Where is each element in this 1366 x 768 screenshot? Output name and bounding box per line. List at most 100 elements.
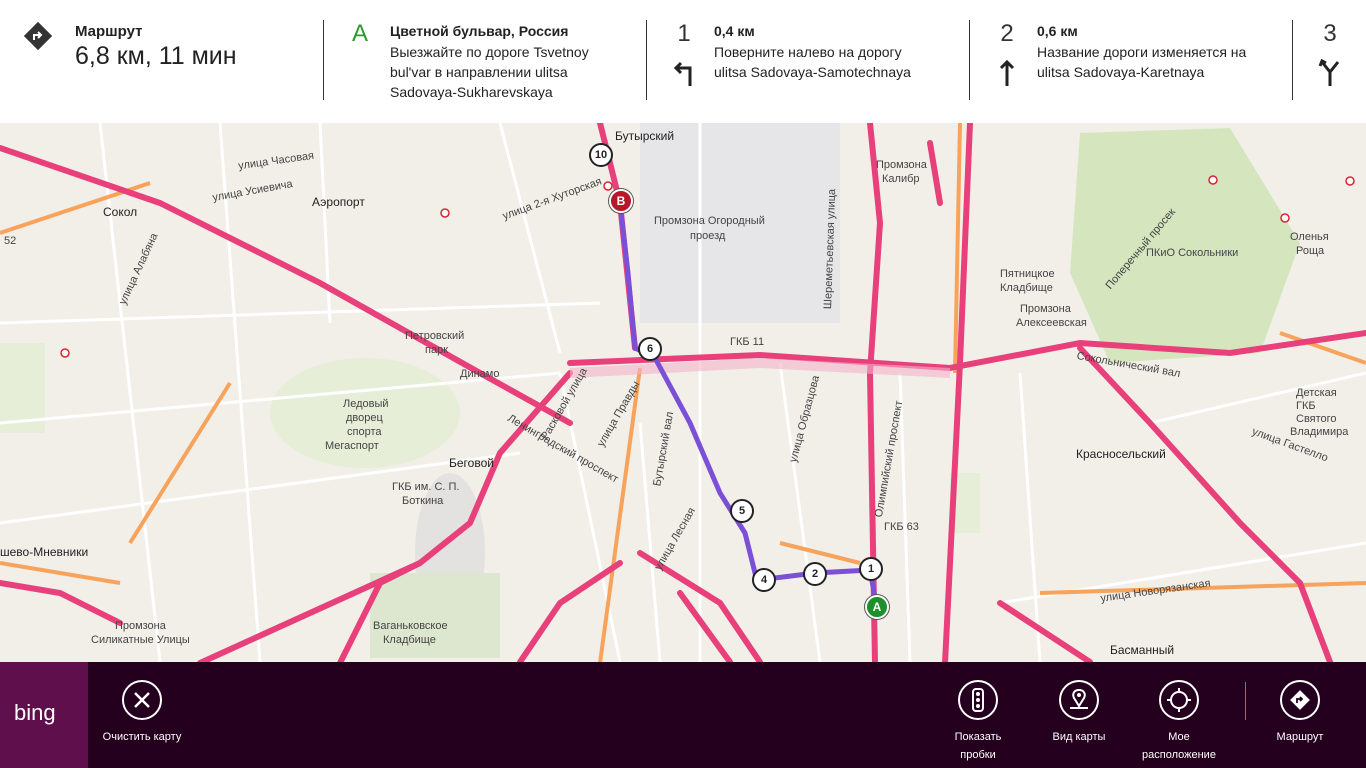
step-line: Sadovaya-Sukharevskaya	[390, 84, 553, 100]
route-step-marker[interactable]: 10	[589, 143, 613, 167]
location-target-icon	[1159, 680, 1199, 720]
map-label: Святого	[1296, 413, 1337, 425]
route-summary-title: Маршрут	[75, 23, 143, 40]
map-label: Алексеевская	[1016, 317, 1087, 329]
step-3[interactable]: 3	[1310, 20, 1360, 100]
route-summary-value: 6,8 км, 11 мин	[75, 42, 237, 70]
bing-logo[interactable]: bing	[0, 662, 88, 768]
map-label: Аэропорт	[312, 195, 365, 209]
step-line: bul'var в направлении ulitsa	[390, 64, 568, 80]
step-title: 0,4 км	[714, 23, 755, 39]
map-label: Пятницкое	[1000, 268, 1055, 280]
step-1[interactable]: 1 0,4 км Поверните налево на дорогу ulit…	[664, 20, 964, 100]
my-location-button[interactable]: Мое расположение	[1134, 680, 1224, 764]
map-label: Оленья	[1290, 231, 1329, 243]
route-button[interactable]: Маршрут	[1255, 680, 1345, 746]
clear-map-button[interactable]: Очистить карту	[97, 680, 187, 746]
map-label: шево-Мневники	[0, 545, 89, 559]
map-label: спорта	[347, 426, 382, 438]
divider	[646, 20, 647, 100]
step-marker: 3	[1323, 20, 1337, 47]
label-line: Мое	[1168, 731, 1190, 743]
step-title: Цветной бульвар, Россия	[390, 23, 569, 39]
map-label: 52	[4, 235, 17, 247]
step-line: ulitsa Sadovaya-Karetnaya	[1037, 64, 1205, 80]
map-label: Красносельский	[1076, 447, 1166, 461]
map-label: Калибр	[882, 173, 920, 185]
divider	[1245, 682, 1246, 720]
map-label: Динамо	[460, 368, 500, 380]
step-marker: A	[351, 20, 368, 47]
route-arrow-icon	[1280, 680, 1320, 720]
route-step-marker[interactable]: 5	[730, 499, 754, 523]
clear-map-label: Очистить карту	[102, 731, 182, 743]
route-summary[interactable]: Маршрут 6,8 км, 11 мин	[22, 20, 312, 100]
route-step-marker[interactable]: 2	[803, 562, 827, 586]
map-canvas[interactable]: Бутырский Аэропорт Сокол Промзона Огород…	[0, 123, 1366, 662]
map-label: Ледовый	[343, 398, 389, 410]
map-label: Силикатные Улицы	[91, 634, 190, 646]
map-pin-icon	[1059, 680, 1099, 720]
step-line: Поверните налево на дорогу	[714, 44, 902, 60]
map-label: Басманный	[1110, 643, 1175, 657]
map-label: Промзона	[876, 159, 927, 171]
fork-icon	[1318, 58, 1340, 86]
map-label: ПКиО Сокольники	[1146, 247, 1239, 259]
map-roads	[0, 123, 1366, 662]
map-label: Промзона Огородный	[654, 215, 765, 227]
map-label: Кладбище	[1000, 282, 1053, 294]
close-icon	[122, 680, 162, 720]
map-label: Промзона	[1020, 303, 1071, 315]
route-step-marker[interactable]: 1	[859, 557, 883, 581]
map-label: ГКБ 63	[884, 521, 919, 533]
map-label: Кладбище	[383, 634, 436, 646]
route-label: Маршрут	[1276, 731, 1324, 743]
step-start[interactable]: A Цветной бульвар, Россия Выезжайте по д…	[340, 20, 640, 100]
route-step-marker[interactable]: 4	[752, 568, 776, 592]
map-view-button[interactable]: Вид карты	[1034, 680, 1124, 746]
map-label: проезд	[690, 230, 726, 242]
map-label: Мегаспорт	[325, 440, 379, 452]
map-label: парк	[425, 344, 449, 356]
traffic-light-icon	[958, 680, 998, 720]
map-label: Бутырский	[615, 129, 675, 143]
show-traffic-button[interactable]: Показать пробки	[933, 680, 1023, 764]
map-label: ГКБ 11	[730, 336, 765, 348]
step-description: Название дороги изменяется на ulitsa Sad…	[1037, 42, 1282, 82]
map-label: Промзона	[115, 620, 166, 632]
map-view-label: Вид карты	[1052, 731, 1106, 743]
route-step-marker[interactable]: 6	[638, 337, 662, 361]
step-description: Поверните налево на дорогу ulitsa Sadova…	[714, 42, 959, 82]
map-label: Роща	[1296, 245, 1325, 257]
label-line: пробки	[960, 749, 996, 761]
divider	[323, 20, 324, 100]
turn-left-icon	[673, 61, 692, 86]
straight-arrow-icon	[999, 59, 1015, 86]
step-title: 0,6 км	[1037, 23, 1078, 39]
step-marker: 2	[1000, 20, 1014, 47]
step-line: ulitsa Sadovaya-Samotechnaya	[714, 64, 911, 80]
step-line: Название дороги изменяется на	[1037, 44, 1247, 60]
label-line: расположение	[1142, 749, 1216, 761]
step-line: Выезжайте по дороге Tsvetnoy	[390, 44, 589, 60]
map-label: Боткина	[402, 495, 444, 507]
show-traffic-label: Показать пробки	[933, 728, 1023, 764]
route-arrow-icon	[24, 22, 52, 50]
map-label: Детская	[1296, 387, 1337, 399]
step-2[interactable]: 2 0,6 км Название дороги изменяется на u…	[987, 20, 1287, 100]
end-pin[interactable]: B	[609, 189, 633, 213]
divider	[969, 20, 970, 100]
label-line: Показать	[954, 731, 1002, 743]
map-label: Владимира	[1290, 426, 1349, 438]
bing-logo-text: bing	[14, 700, 56, 725]
map-label: ГКБ	[1296, 400, 1316, 412]
map-label: Петровский	[405, 330, 465, 342]
divider	[1292, 20, 1293, 100]
directions-bar: Маршрут 6,8 км, 11 мин A Цветной бульвар…	[0, 0, 1366, 124]
step-description: Выезжайте по дороге Tsvetnoy bul'var в н…	[390, 42, 635, 102]
start-pin[interactable]: A	[865, 595, 889, 619]
map-label: дворец	[346, 412, 383, 424]
map-label: ГКБ им. С. П.	[392, 481, 460, 493]
app-bar: bing Очистить карту Показать пробки Вид к…	[0, 662, 1366, 768]
step-marker: 1	[677, 20, 691, 47]
